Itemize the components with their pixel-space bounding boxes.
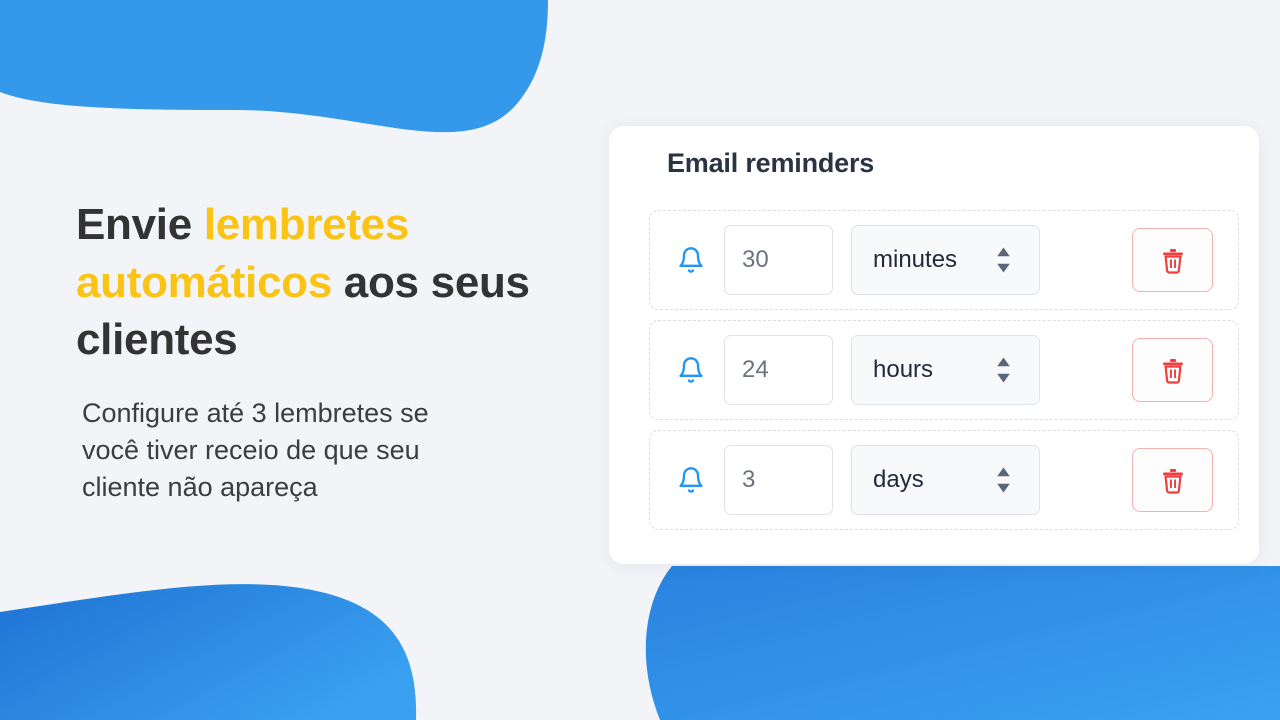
trash-icon <box>1162 248 1183 274</box>
card-title: Email reminders <box>667 148 875 178</box>
reminder-value-input[interactable] <box>724 445 833 515</box>
delete-reminder-button[interactable] <box>1132 228 1213 292</box>
reminder-unit-label: hours <box>873 356 934 383</box>
trash-icon <box>1162 468 1183 494</box>
reminder-unit-select[interactable]: days <box>851 445 1040 515</box>
spinner-up-down-icon[interactable] <box>996 465 1011 495</box>
email-reminders-card: Email reminders minutes <box>609 126 1259 564</box>
trash-icon <box>1162 358 1183 384</box>
page-root: Envie lembretes automáticos aos seus cli… <box>0 0 1280 720</box>
page-title: Envie lembretes automáticos aos seus cli… <box>76 196 546 369</box>
bell-icon <box>679 357 703 383</box>
delete-reminder-button[interactable] <box>1132 338 1213 402</box>
reminder-value-input[interactable] <box>724 225 833 295</box>
reminder-unit-select[interactable]: minutes <box>851 225 1040 295</box>
reminder-unit-label: minutes <box>873 246 958 273</box>
reminder-row: minutes <box>649 210 1239 310</box>
headline-lead: Envie <box>76 200 204 249</box>
bell-icon <box>679 467 703 493</box>
spinner-up-down-icon[interactable] <box>996 245 1011 275</box>
blob-bottom-left <box>0 584 417 720</box>
reminder-rows-list: minutes <box>649 210 1239 530</box>
bell-icon <box>679 247 703 273</box>
delete-reminder-button[interactable] <box>1132 448 1213 512</box>
reminder-value-input[interactable] <box>724 335 833 405</box>
reminder-row: days <box>649 430 1239 530</box>
blob-bottom-right <box>645 566 1280 720</box>
reminder-row: hours <box>649 320 1239 420</box>
spinner-up-down-icon[interactable] <box>996 355 1011 385</box>
blob-top-left <box>0 0 548 133</box>
reminder-unit-label: days <box>873 466 924 493</box>
page-subtitle: Configure até 3 lembretes se você tiver … <box>82 397 429 503</box>
hero-text-column: Envie lembretes automáticos aos seus cli… <box>76 196 546 507</box>
reminder-unit-select[interactable]: hours <box>851 335 1040 405</box>
